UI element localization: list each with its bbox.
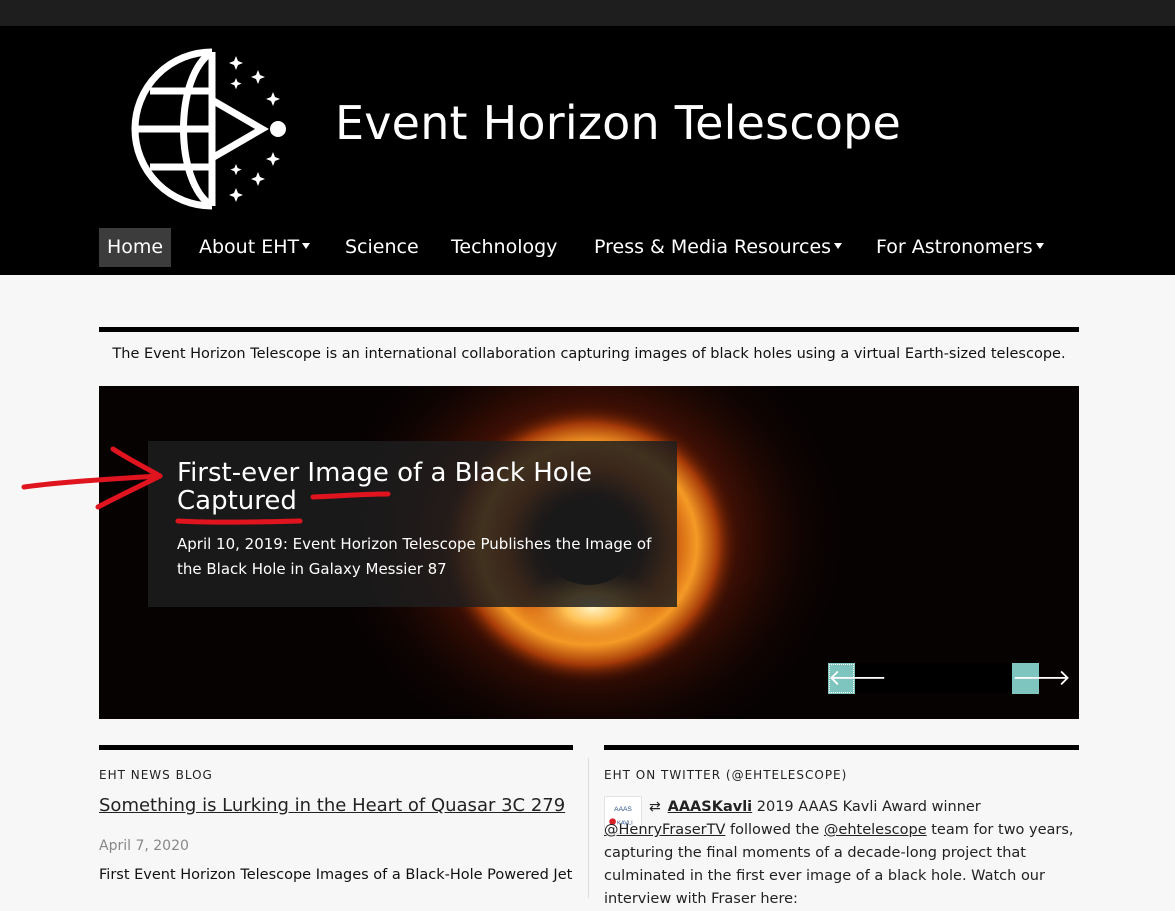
blog-post-link[interactable]: Something is Lurking in the Heart of Qua… [99, 795, 565, 816]
nav-item-label: About EHT [199, 236, 300, 258]
nav-item-label: Science [345, 236, 419, 258]
blog-post-date: April 7, 2020 [99, 838, 189, 854]
column-divider [588, 758, 589, 898]
slider-controls: 🡐 🡒 [828, 663, 1071, 694]
tweet-mention-link[interactable]: @HenryFraserTV [604, 822, 725, 838]
hero-slider[interactable]: First-ever Image of a Black Hole Capture… [99, 386, 1079, 719]
slide-subtitle: April 10, 2019: Event Horizon Telescope … [177, 535, 652, 578]
nav-item-label: For Astronomers [876, 236, 1033, 258]
divider [99, 745, 573, 750]
slide-caption: First-ever Image of a Black Hole Capture… [148, 441, 677, 607]
dropdown-caret-icon [834, 243, 843, 249]
divider [604, 745, 1079, 750]
dropdown-caret-icon [302, 243, 311, 249]
tweet-user-link[interactable]: AAASKavli [668, 799, 753, 815]
site-tagline: The Event Horizon Telescope is an intern… [112, 346, 1066, 362]
arrow-left-icon: 🡐 [828, 666, 887, 691]
arrow-right-icon: 🡒 [1012, 666, 1071, 691]
tweet-mention-link[interactable]: @ehtelescope [824, 822, 927, 838]
divider [99, 327, 1079, 332]
blog-post-summary: First Event Horizon Telescope Images of … [99, 867, 573, 883]
tweet: ⇄ AAASKavli 2019 AAAS Kavli Award winner… [604, 796, 1082, 911]
retweet-icon: ⇄ [649, 799, 661, 815]
blog-heading: EHT NEWS BLOG [99, 768, 213, 782]
tweet-text: 2019 AAAS Kavli Award winner [756, 799, 981, 815]
tweet-text: followed the [730, 822, 820, 838]
dropdown-caret-icon [1035, 243, 1044, 249]
nav-item-science[interactable]: Science [345, 228, 419, 267]
nav-item-for-astronomers[interactable]: For Astronomers [876, 228, 1044, 267]
nav-item-press-media[interactable]: Press & Media Resources [594, 228, 843, 267]
site-title[interactable]: Event Horizon Telescope [335, 96, 901, 150]
slider-next-button[interactable]: 🡒 [1012, 663, 1071, 694]
browser-top-bar [0, 0, 1175, 26]
slider-prev-button[interactable]: 🡐 [828, 663, 887, 694]
nav-item-technology[interactable]: Technology [451, 228, 557, 267]
nav-item-home[interactable]: Home [99, 228, 172, 267]
nav-item-about-eht[interactable]: About EHT [199, 228, 311, 267]
eht-logo-icon[interactable] [126, 46, 296, 212]
nav-item-label: Press & Media Resources [594, 236, 832, 258]
slide-title[interactable]: First-ever Image of a Black Hole Capture… [177, 459, 647, 515]
nav-item-label: Home [107, 236, 164, 258]
nav-item-label: Technology [451, 236, 558, 258]
twitter-heading: EHT ON TWITTER (@EHTELESCOPE) [604, 768, 848, 782]
